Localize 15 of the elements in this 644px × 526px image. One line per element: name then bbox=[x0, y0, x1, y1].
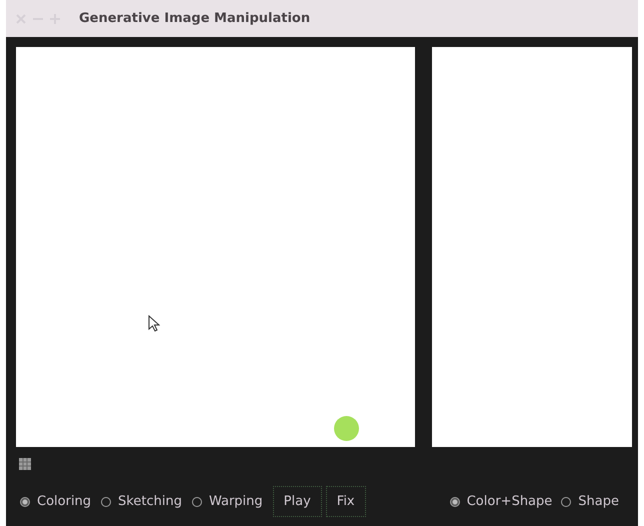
radio-button[interactable] bbox=[192, 496, 202, 506]
action-button[interactable]: Fix bbox=[326, 486, 366, 517]
action-button[interactable]: Play bbox=[272, 486, 322, 517]
radio-button[interactable] bbox=[561, 496, 572, 506]
radio-label[interactable]: Sketching bbox=[118, 494, 182, 509]
radio-button[interactable] bbox=[450, 496, 460, 506]
window-title: Generative Image Manipulation bbox=[79, 11, 310, 26]
radio-label[interactable]: Color+Shape bbox=[466, 494, 552, 509]
radio-button[interactable] bbox=[20, 496, 30, 506]
radio-label[interactable]: Warping bbox=[208, 494, 263, 509]
radio-button[interactable] bbox=[101, 496, 112, 506]
radio-label[interactable]: Shape bbox=[578, 494, 619, 509]
brush-dot bbox=[334, 416, 359, 441]
cursor-icon bbox=[148, 315, 160, 332]
radio-label[interactable]: Coloring bbox=[37, 494, 92, 509]
